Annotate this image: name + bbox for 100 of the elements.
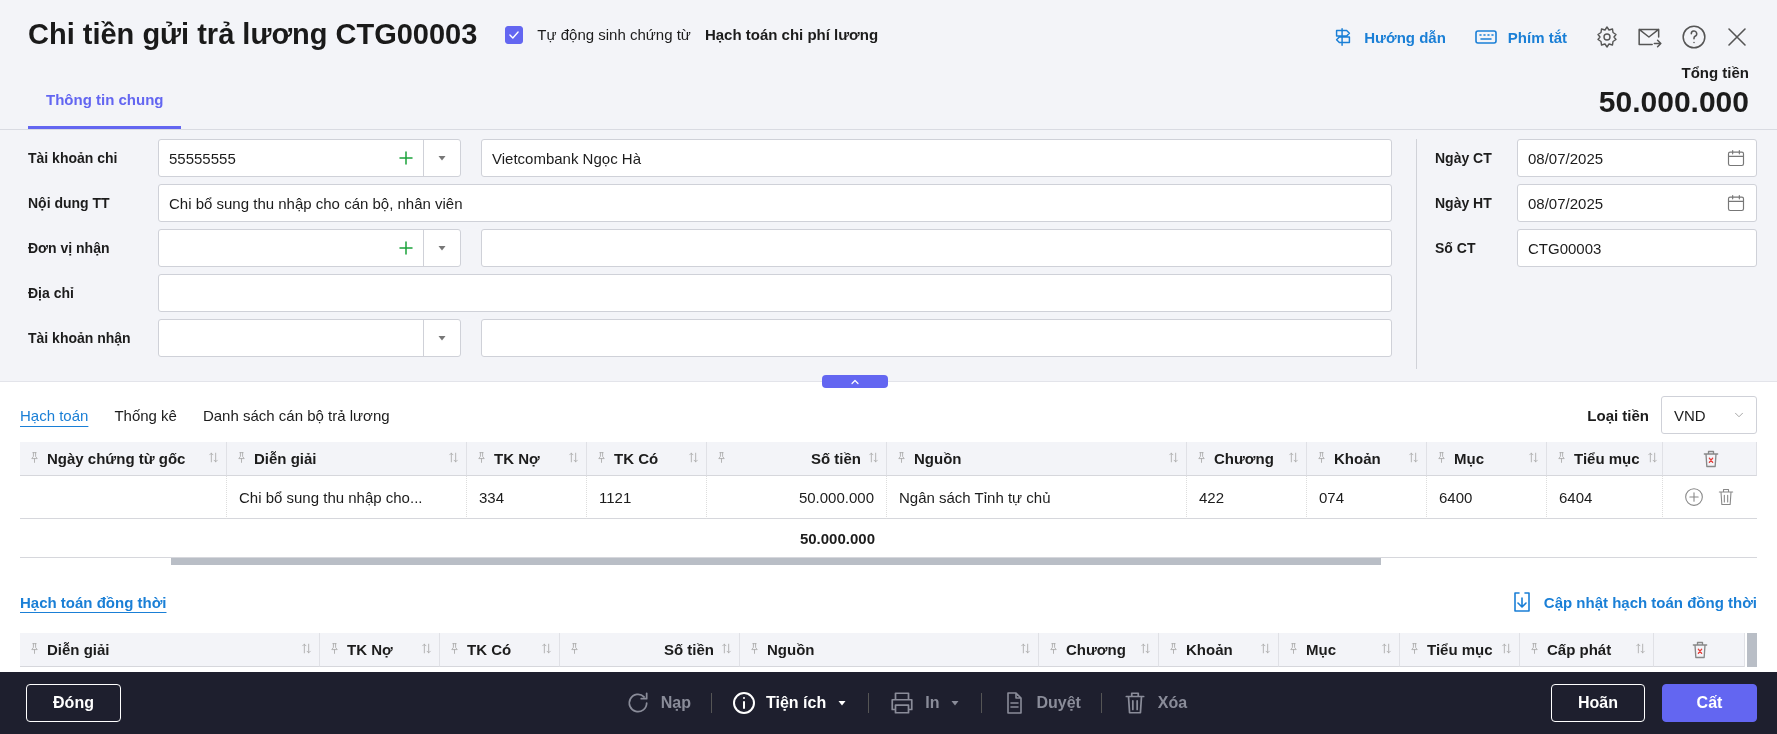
field-label: Tài khoản chi bbox=[28, 150, 119, 166]
input-field[interactable]: Vietcombank Ngọc Hà bbox=[481, 139, 1392, 177]
scrollbar[interactable] bbox=[171, 558, 1381, 565]
date-field[interactable]: 08/07/2025 bbox=[1517, 184, 1757, 222]
column-header[interactable]: Tiểu mục bbox=[1547, 442, 1663, 476]
pin-icon bbox=[28, 451, 41, 464]
plus-icon bbox=[397, 149, 415, 167]
input-field[interactable] bbox=[481, 319, 1392, 357]
sort-icon bbox=[1019, 642, 1032, 655]
voucher-type: Hạch toán chi phí lương bbox=[704, 26, 879, 43]
footer-button[interactable]: Cất bbox=[1662, 684, 1757, 722]
column-header[interactable]: Số tiền bbox=[707, 442, 887, 476]
calendar-icon bbox=[1726, 193, 1746, 213]
toolbar-button[interactable]: Tiện ích bbox=[726, 691, 855, 715]
close-button[interactable]: Đóng bbox=[26, 684, 121, 722]
combo-field[interactable]: 55555555 bbox=[158, 139, 461, 177]
settings-button[interactable] bbox=[1595, 25, 1619, 49]
table-cell: 6404 bbox=[1547, 476, 1663, 519]
pin-icon bbox=[28, 642, 41, 655]
field-label: Số CT bbox=[1435, 240, 1477, 256]
pin-icon bbox=[1315, 451, 1328, 464]
sort-icon bbox=[1380, 642, 1393, 655]
sort-icon bbox=[1527, 451, 1540, 464]
pin-icon bbox=[1555, 451, 1568, 464]
pin-icon bbox=[328, 642, 341, 655]
plus-icon bbox=[397, 239, 415, 257]
column-header[interactable]: TK Nợ bbox=[467, 442, 587, 476]
tab[interactable]: Thống kê bbox=[114, 406, 177, 424]
table-cell: Chi bổ sung thu nhập cho... bbox=[227, 476, 467, 519]
sort-icon bbox=[720, 642, 733, 655]
printer-icon bbox=[889, 690, 916, 716]
column-header[interactable]: TK Có bbox=[587, 442, 707, 476]
column-header[interactable]: TK Nợ bbox=[320, 633, 440, 667]
tab[interactable]: Danh sách cán bộ trả lương bbox=[202, 406, 390, 424]
sort-icon bbox=[1287, 451, 1300, 464]
field-label: Ngày HT bbox=[1435, 195, 1493, 211]
sort-icon bbox=[207, 451, 220, 464]
header-link[interactable]: Hướng dẫn bbox=[1332, 26, 1446, 48]
table-cell: 334 bbox=[467, 476, 587, 519]
column-header[interactable]: Số tiền bbox=[560, 633, 740, 667]
input-field[interactable]: Chi bổ sung thu nhập cho cán bộ, nhân viên bbox=[158, 184, 1392, 222]
pin-icon bbox=[1287, 642, 1300, 655]
close-button[interactable] bbox=[1725, 25, 1749, 49]
column-header[interactable]: Khoản bbox=[1307, 442, 1427, 476]
pin-icon bbox=[748, 642, 761, 655]
column-header[interactable]: Nguồn bbox=[887, 442, 1187, 476]
pin-icon bbox=[475, 451, 488, 464]
delete-all-icon bbox=[1690, 639, 1710, 660]
column-header[interactable]: Nguồn bbox=[740, 633, 1039, 667]
currency-label: Loại tiền bbox=[1587, 406, 1649, 424]
column-header[interactable]: Mục bbox=[1279, 633, 1400, 667]
pin-icon bbox=[1528, 642, 1541, 655]
column-header[interactable]: Tiểu mục bbox=[1400, 633, 1520, 667]
column-header[interactable]: Chương bbox=[1039, 633, 1159, 667]
table-cell: 074 bbox=[1307, 476, 1427, 519]
sort-icon bbox=[1139, 642, 1152, 655]
pin-icon bbox=[1195, 451, 1208, 464]
input-field[interactable] bbox=[158, 274, 1392, 312]
column-header[interactable]: Khoản bbox=[1159, 633, 1279, 667]
help-button[interactable] bbox=[1681, 24, 1707, 50]
input-field[interactable] bbox=[481, 229, 1392, 267]
table-cell: Ngân sách Tỉnh tự chủ bbox=[887, 476, 1187, 519]
sort-icon bbox=[867, 451, 880, 464]
column-header[interactable]: Diễn giải bbox=[227, 442, 467, 476]
column-header[interactable]: Mục bbox=[1427, 442, 1547, 476]
checkbox[interactable] bbox=[505, 25, 524, 44]
column-header[interactable]: Chương bbox=[1187, 442, 1307, 476]
currency-select[interactable]: VND bbox=[1661, 396, 1757, 434]
combo-field[interactable] bbox=[158, 229, 461, 267]
update-button[interactable]: Cập nhật hạch toán đồng thời bbox=[1509, 590, 1757, 614]
table-cell: 1121 bbox=[587, 476, 707, 519]
sort-icon bbox=[687, 451, 700, 464]
delete-row-icon bbox=[1716, 487, 1736, 507]
pin-icon bbox=[895, 451, 908, 464]
settings-icon bbox=[1595, 25, 1619, 49]
field-label: Ngày CT bbox=[1435, 150, 1493, 166]
sort-icon bbox=[1167, 451, 1180, 464]
sort-icon bbox=[540, 642, 553, 655]
column-header[interactable]: TK Có bbox=[440, 633, 560, 667]
pin-icon bbox=[1167, 642, 1180, 655]
date-field[interactable]: 08/07/2025 bbox=[1517, 139, 1757, 177]
field-label: Địa chỉ bbox=[28, 285, 75, 301]
header-link[interactable]: Phím tắt bbox=[1473, 25, 1567, 49]
column-header[interactable]: Ngày chứng từ gốc bbox=[20, 442, 227, 476]
table-cell: 50.000.000 bbox=[707, 476, 887, 519]
window-title: Chi tiền gửi trả lương CTG00003 bbox=[28, 18, 478, 51]
tab[interactable]: Hạch toán bbox=[20, 406, 89, 424]
scrollbar[interactable] bbox=[1747, 633, 1757, 667]
pin-icon bbox=[1047, 642, 1060, 655]
help-icon bbox=[1681, 24, 1707, 50]
pin-icon bbox=[568, 642, 581, 655]
footer-button[interactable]: Hoãn bbox=[1551, 684, 1645, 722]
calendar-icon bbox=[1726, 148, 1746, 168]
input-field[interactable]: CTG00003 bbox=[1517, 229, 1757, 267]
section-link[interactable]: Hạch toán đồng thời bbox=[20, 593, 167, 611]
pin-icon bbox=[595, 451, 608, 464]
column-header[interactable]: Diễn giải bbox=[20, 633, 320, 667]
combo-field[interactable] bbox=[158, 319, 461, 357]
collapse-button[interactable] bbox=[822, 375, 888, 388]
column-header[interactable]: Cấp phát bbox=[1520, 633, 1654, 667]
